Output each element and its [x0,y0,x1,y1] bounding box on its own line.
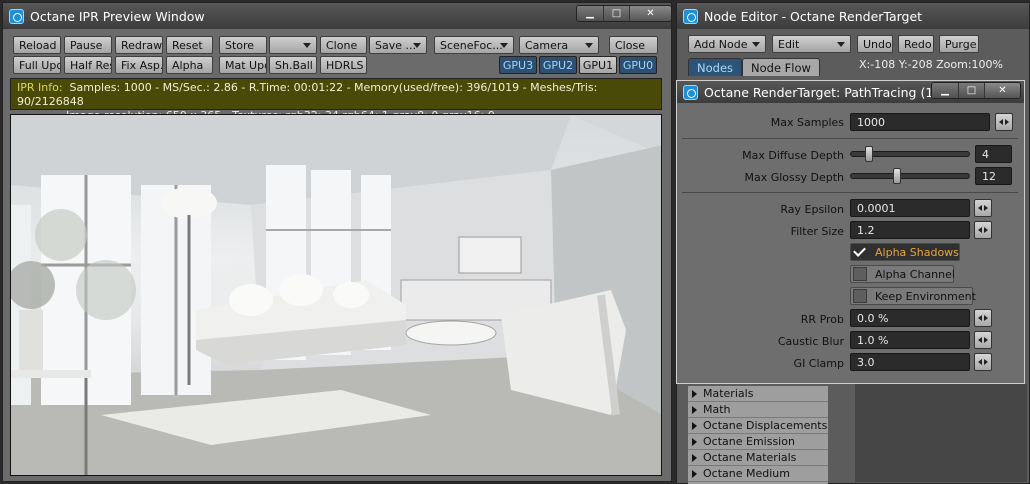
max-glossy-depth-label: Max Glossy Depth [744,171,844,184]
alpha-shadows-toggle[interactable]: Alpha Shadows [850,243,960,261]
gpu1-toggle[interactable]: GPU1 [579,56,617,74]
filter-size-label: Filter Size [790,225,844,238]
store-button[interactable]: Store [219,36,267,54]
list-item[interactable]: Materials [688,386,828,402]
divider [682,138,1018,139]
keep-environment-label: Keep Environment [875,289,976,303]
rr-prob-stepper[interactable] [974,309,992,327]
rt-window-controls: ▁ □ ✕ [931,82,1021,99]
caustic-blur-field[interactable]: 1.0 % [850,331,970,349]
tab-node-flow[interactable]: Node Flow [742,58,820,76]
list-item[interactable]: Octane Medium [688,466,828,482]
gpu3-toggle[interactable]: GPU3 [499,56,537,74]
undo-button[interactable]: Undo [857,35,893,53]
store-slot-dropdown[interactable] [269,36,317,54]
close-icon[interactable]: ✕ [629,6,671,21]
minimize-icon[interactable]: ▁ [932,83,958,98]
max-samples-label: Max Samples [770,116,844,129]
checkbox-icon [853,289,867,303]
ray-epsilon-label: Ray Epsilon [780,203,844,216]
ipr-titlebar[interactable]: Octane IPR Preview Window [3,3,671,29]
max-glossy-depth-field[interactable]: 12 [975,167,1012,185]
rr-prob-field[interactable]: 0.0 % [850,309,970,327]
alpha-button[interactable]: Alpha [166,56,213,74]
reset-button[interactable]: Reset [166,36,213,54]
ipr-title: Octane IPR Preview Window [30,8,205,24]
keep-environment-toggle[interactable]: Keep Environment [850,287,976,305]
redraw-button[interactable]: Redraw [115,36,163,54]
list-item[interactable]: Octane Displacements [688,418,828,434]
node-canvas[interactable] [855,384,1027,482]
max-diffuse-depth-label: Max Diffuse Depth [742,149,844,162]
gi-clamp-label: GI Clamp [793,357,844,370]
canvas-coords: X:-108 Y:-208 Zoom:100% [859,58,1003,71]
filter-size-stepper[interactable] [974,221,992,239]
render-image [11,115,661,475]
fix-aspect-button[interactable]: Fix Asp. [115,56,163,74]
close-button[interactable]: Close [609,36,658,54]
ipr-info-line1: Samples: 1000 - MS/Sec.: 2.86 - R.Time: … [17,81,598,108]
ipr-window-controls: ▁ □ ✕ [576,5,671,22]
scene-focus-dropdown[interactable]: SceneFoc... [434,36,514,54]
render-target-title: Octane RenderTarget: PathTracing (1) [704,84,939,100]
checkbox-icon [853,267,867,281]
gi-clamp-field[interactable]: 3.0 [850,353,970,371]
max-diffuse-depth-slider[interactable] [850,146,970,162]
octane-app-icon [683,8,698,24]
octane-app-icon [683,84,698,100]
edit-dropdown[interactable]: Edit [772,35,851,53]
alpha-channel-label: Alpha Channel [875,267,955,281]
add-node-dropdown[interactable]: Add Node [688,35,766,53]
max-diffuse-depth-field[interactable]: 4 [975,145,1012,163]
reload-button[interactable]: Reload [13,36,61,54]
checkmark-icon [853,245,867,259]
gpu0-toggle[interactable]: GPU0 [619,56,657,74]
caustic-blur-stepper[interactable] [974,331,992,349]
list-item[interactable]: Math [688,402,828,418]
max-samples-stepper[interactable] [995,113,1013,131]
maximize-icon[interactable]: □ [603,6,629,21]
camera-dropdown[interactable]: Camera [519,36,599,54]
purge-button[interactable]: Purge [939,35,979,53]
render-preview[interactable] [10,114,662,476]
full-update-button[interactable]: Full Upd. [13,56,61,74]
list-item[interactable]: Octane Emission [688,434,828,450]
filter-size-field[interactable]: 1.2 [850,221,970,239]
ipr-info-panel: IPR Info: Samples: 1000 - MS/Sec.: 2.86 … [10,78,662,122]
close-icon[interactable]: ✕ [984,83,1020,98]
minimize-icon[interactable]: ▁ [577,6,603,21]
max-samples-field[interactable]: 1000 [850,113,990,131]
node-category-list: Materials Math Octane Displacements Octa… [688,386,828,484]
list-item[interactable]: Octane Materials [688,450,828,466]
ray-epsilon-field[interactable]: 0.0001 [850,199,970,217]
slider-thumb[interactable] [865,146,873,162]
divider [682,192,1018,193]
node-editor-tabs: Nodes Node Flow [688,58,820,76]
alpha-channel-toggle[interactable]: Alpha Channel [850,265,955,283]
pause-button[interactable]: Pause [64,36,112,54]
gi-clamp-stepper[interactable] [974,353,992,371]
max-glossy-depth-slider[interactable] [850,168,970,184]
ipr-info-label: IPR Info: [17,81,63,94]
tab-nodes[interactable]: Nodes [688,58,743,76]
alpha-shadows-label: Alpha Shadows [875,245,959,259]
half-res-button[interactable]: Half Res [64,56,112,74]
node-editor-titlebar[interactable]: Node Editor - Octane RenderTarget [677,3,1029,29]
shader-ball-button[interactable]: Sh.Ball [269,56,317,74]
octane-app-icon [9,8,24,24]
slider-thumb[interactable] [893,168,901,184]
hdrls-button[interactable]: HDRLS [320,56,367,74]
maximize-icon[interactable]: □ [958,83,984,98]
ray-epsilon-stepper[interactable] [974,199,992,217]
caustic-blur-label: Caustic Blur [777,335,844,348]
rr-prob-label: RR Prob [800,313,844,326]
gpu2-toggle[interactable]: GPU2 [539,56,577,74]
node-editor-title: Node Editor - Octane RenderTarget [704,8,923,24]
material-update-button[interactable]: Mat Upd [219,56,267,74]
clone-button[interactable]: Clone [320,36,367,54]
redo-button[interactable]: Redo [898,35,934,53]
save-dropdown[interactable]: Save ... [369,36,427,54]
